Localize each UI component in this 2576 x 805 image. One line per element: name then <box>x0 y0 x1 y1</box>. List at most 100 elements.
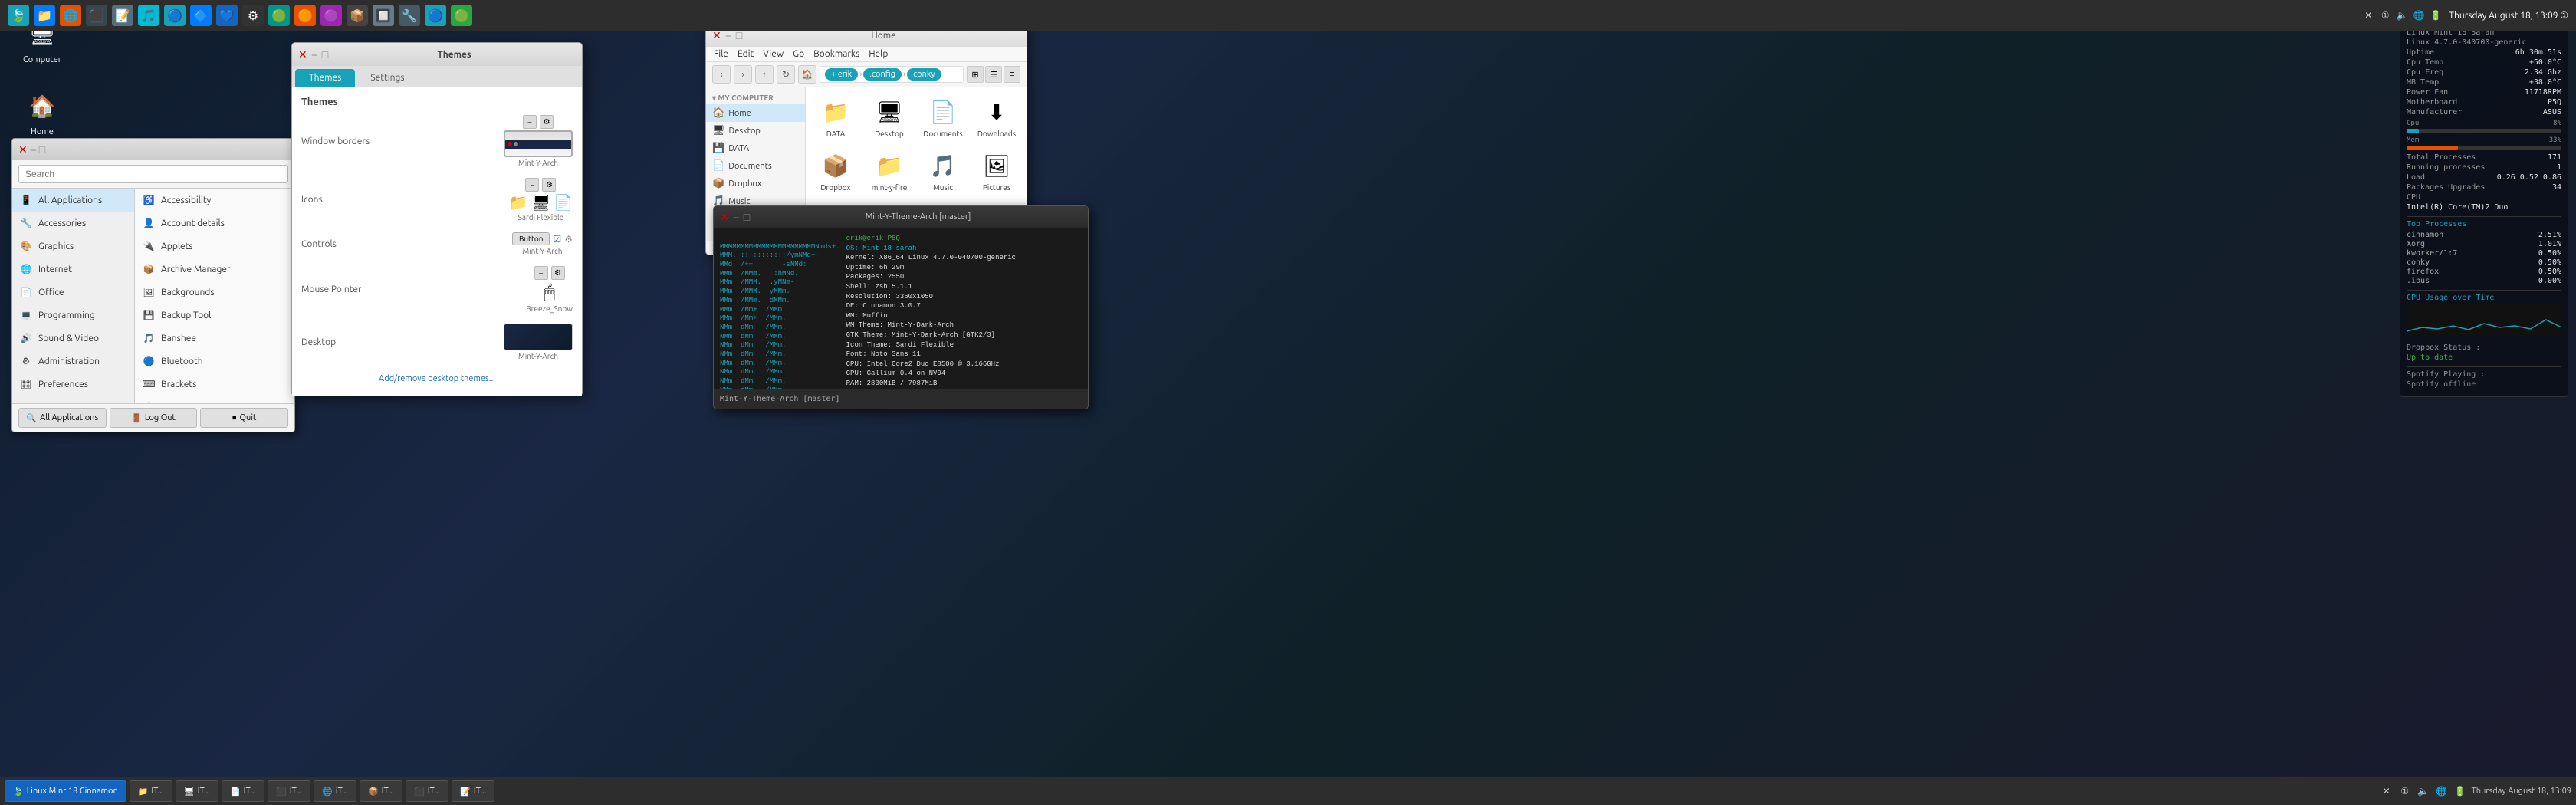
taskbar-tray-power[interactable]: 🔋 <box>2453 784 2467 798</box>
fm-breadcrumb-erik[interactable]: + erik <box>825 68 858 80</box>
fm-home-button[interactable]: 🏠 <box>798 65 816 84</box>
tray-icon-3[interactable]: 🔈 <box>2395 8 2409 22</box>
taskbar-window-8[interactable]: 📝 IT... <box>452 780 495 802</box>
menu-item-applets[interactable]: 🔌 Applets <box>135 235 294 258</box>
panel-app6[interactable]: 🟠 <box>294 5 316 26</box>
fm-back-button[interactable]: ‹ <box>712 65 731 84</box>
window-border-prev[interactable]: – <box>523 115 537 129</box>
category-sound-video[interactable]: 🔊 Sound & Video <box>12 327 134 350</box>
fm-list-view-button[interactable]: ☰ <box>985 66 1002 83</box>
add-remove-themes-link[interactable]: Add/remove desktop themes... <box>301 371 573 386</box>
panel-app8[interactable]: 📦 <box>347 5 368 26</box>
pointer-settings[interactable]: ⚙ <box>551 266 565 280</box>
menu-item-archive-manager[interactable]: 📦 Archive Manager <box>135 258 294 281</box>
fm-compact-view-button[interactable]: ≡ <box>1004 66 1020 83</box>
panel-app7[interactable]: 🟣 <box>320 5 342 26</box>
app-menu-min[interactable]: – <box>31 143 36 156</box>
fm-forward-button[interactable]: › <box>734 65 752 84</box>
taskbar-window-3[interactable]: 📄 IT... <box>222 780 264 802</box>
taskbar-tray-2[interactable]: ① <box>2398 784 2412 798</box>
app-menu-max[interactable]: □ <box>39 143 45 156</box>
category-all-applications[interactable]: 📱 All Applications <box>12 189 134 212</box>
gear-icon[interactable]: ⚙ <box>564 234 573 245</box>
taskbar-window-6[interactable]: 📦 IT... <box>360 780 402 802</box>
fm-menu-help[interactable]: Help <box>869 49 888 59</box>
panel-app12[interactable]: 🟢 <box>451 5 472 26</box>
text-editor-button[interactable]: 📝 <box>112 5 133 26</box>
category-graphics[interactable]: 🎨 Graphics <box>12 235 134 258</box>
panel-app10[interactable]: 🔧 <box>399 5 420 26</box>
fm-menu-bookmarks[interactable]: Bookmarks <box>813 49 859 59</box>
menu-item-account-details[interactable]: 👤 Account details <box>135 212 294 235</box>
window-border-settings[interactable]: ⚙ <box>540 115 554 129</box>
terminal-close-button[interactable]: ✕ <box>720 211 729 224</box>
taskbar-window-2[interactable]: 🖥 IT... <box>176 780 219 802</box>
fm-grid-view-button[interactable]: ⊞ <box>967 66 984 83</box>
icons-prev[interactable]: – <box>525 178 539 192</box>
category-programming[interactable]: 💻 Programming <box>12 304 134 327</box>
fm-sidebar-documents[interactable]: 📄 Documents <box>706 157 805 175</box>
fm-menu-file[interactable]: File <box>714 49 728 59</box>
panel-app5[interactable]: 🟢 <box>268 5 290 26</box>
category-internet[interactable]: 🌐 Internet <box>12 258 134 281</box>
tray-icon-5[interactable]: 🔋 <box>2429 8 2443 22</box>
panel-app1[interactable]: 🔵 <box>164 5 186 26</box>
quit-footer-btn[interactable]: ⏹ Quit <box>200 408 288 428</box>
fm-breadcrumb-conky[interactable]: conky <box>907 68 941 80</box>
category-places[interactable]: 📁 Places <box>12 396 134 403</box>
menu-item-accessibility[interactable]: ♿ Accessibility <box>135 189 294 212</box>
mint-menu-button[interactable]: 🍃 <box>8 5 29 26</box>
fm-sidebar-dropbox[interactable]: 📦 Dropbox <box>706 175 805 192</box>
fm-file-music[interactable]: 🎵 Music <box>919 147 967 195</box>
menu-item-backup-tool[interactable]: 💾 Backup Tool <box>135 304 294 327</box>
menu-item-backgrounds[interactable]: 🖼 Backgrounds <box>135 281 294 304</box>
fm-sidebar-data[interactable]: 💾 DATA <box>706 140 805 157</box>
themes-min-button[interactable]: – <box>312 48 317 61</box>
fm-file-mint-y-fire[interactable]: 📁 mint-y-fire <box>866 147 913 195</box>
panel-app4[interactable]: ⚙ <box>242 5 264 26</box>
fm-max-button[interactable]: □ <box>736 29 742 41</box>
category-office[interactable]: 📄 Office <box>12 281 134 304</box>
desktop-icon-home[interactable]: 🏠 Home <box>15 87 69 136</box>
fm-sidebar-home[interactable]: 🏠 Home <box>706 104 805 122</box>
browser-button[interactable]: 🌐 <box>60 5 81 26</box>
taskbar-window-1[interactable]: 📁 IT... <box>130 780 172 802</box>
terminal-max-button[interactable]: □ <box>744 211 750 223</box>
fm-close-button[interactable]: ✕ <box>712 29 721 42</box>
fm-file-dropbox[interactable]: 📦 Dropbox <box>812 147 859 195</box>
search-input[interactable] <box>18 165 288 183</box>
taskbar-window-5[interactable]: 🌐 iT... <box>314 780 356 802</box>
category-administration[interactable]: ⚙ Administration <box>12 350 134 373</box>
fm-menu-edit[interactable]: Edit <box>738 49 754 59</box>
fm-file-data[interactable]: 📁 DATA <box>812 94 859 141</box>
themes-max-button[interactable]: □ <box>322 48 328 61</box>
tab-settings[interactable]: Settings <box>356 69 418 87</box>
taskbar-window-4[interactable]: ⬛ IT... <box>268 780 310 802</box>
taskbar-tray-1[interactable]: ✕ <box>2380 784 2394 798</box>
fm-file-pictures[interactable]: 🖼 Pictures <box>973 147 1020 195</box>
taskbar-window-7[interactable]: ⬛ IT... <box>406 780 449 802</box>
icons-settings[interactable]: ⚙ <box>542 178 556 192</box>
category-preferences[interactable]: 🎛 Preferences <box>12 373 134 396</box>
fm-menu-view[interactable]: View <box>763 49 784 59</box>
fm-file-documents[interactable]: 📄 Documents <box>919 94 967 141</box>
fm-file-downloads[interactable]: ⬇ Downloads <box>973 94 1020 141</box>
tray-icon-1[interactable]: ✕ <box>2361 8 2375 22</box>
logout-footer-btn[interactable]: 🚪 Log Out <box>110 408 198 428</box>
tray-icon-2[interactable]: ① <box>2378 8 2392 22</box>
panel-app3[interactable]: 💙 <box>216 5 238 26</box>
terminal-min-button[interactable]: – <box>734 211 739 223</box>
menu-item-brasero[interactable]: 💿 Brasero <box>135 396 294 403</box>
fm-sidebar-desktop[interactable]: 🖥 Desktop <box>706 122 805 140</box>
terminal-body[interactable]: MMMMMMMMMMMMMMMMMMMMMMMNmds+. MMM.-:::::… <box>714 228 1088 389</box>
fm-min-button[interactable]: – <box>726 29 731 41</box>
pointer-prev[interactable]: – <box>534 266 548 280</box>
fm-breadcrumb-config[interactable]: .config <box>863 68 902 80</box>
app-menu-close[interactable]: ✕ <box>18 143 28 156</box>
menu-item-brackets[interactable]: ⌨ Brackets <box>135 373 294 396</box>
search-footer-btn[interactable]: 🔍 All Applications <box>18 408 107 428</box>
fm-file-desktop[interactable]: 🖥 Desktop <box>866 94 913 141</box>
panel-app11[interactable]: 🔵 <box>425 5 446 26</box>
fm-menu-go[interactable]: Go <box>793 49 804 59</box>
menu-item-banshee[interactable]: 🎵 Banshee <box>135 327 294 350</box>
